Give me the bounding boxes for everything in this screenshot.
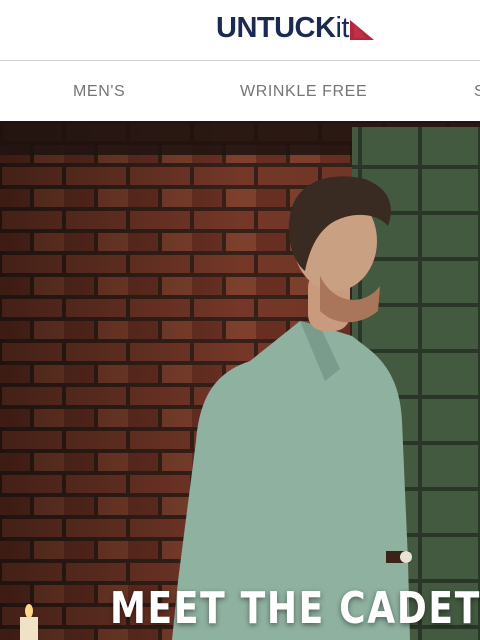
nav-item-mens[interactable]: MEN'S — [73, 61, 125, 121]
hero-image — [0, 121, 480, 640]
nav-item-partial[interactable]: S — [474, 61, 480, 121]
logo-flag-icon — [349, 20, 374, 40]
hero-banner[interactable]: MEET THE CADETTO — [0, 121, 480, 640]
logo-wordmark: UNTUCKit — [216, 12, 349, 44]
brand-logo[interactable]: UNTUCKit — [216, 12, 374, 44]
hero-headline: MEET THE CADETTO — [110, 583, 480, 634]
category-nav: MEN'S WRINKLE FREE S — [0, 61, 480, 121]
nav-item-wrinkle-free[interactable]: WRINKLE FREE — [240, 61, 367, 121]
site-header: UNTUCKit — [0, 0, 480, 61]
